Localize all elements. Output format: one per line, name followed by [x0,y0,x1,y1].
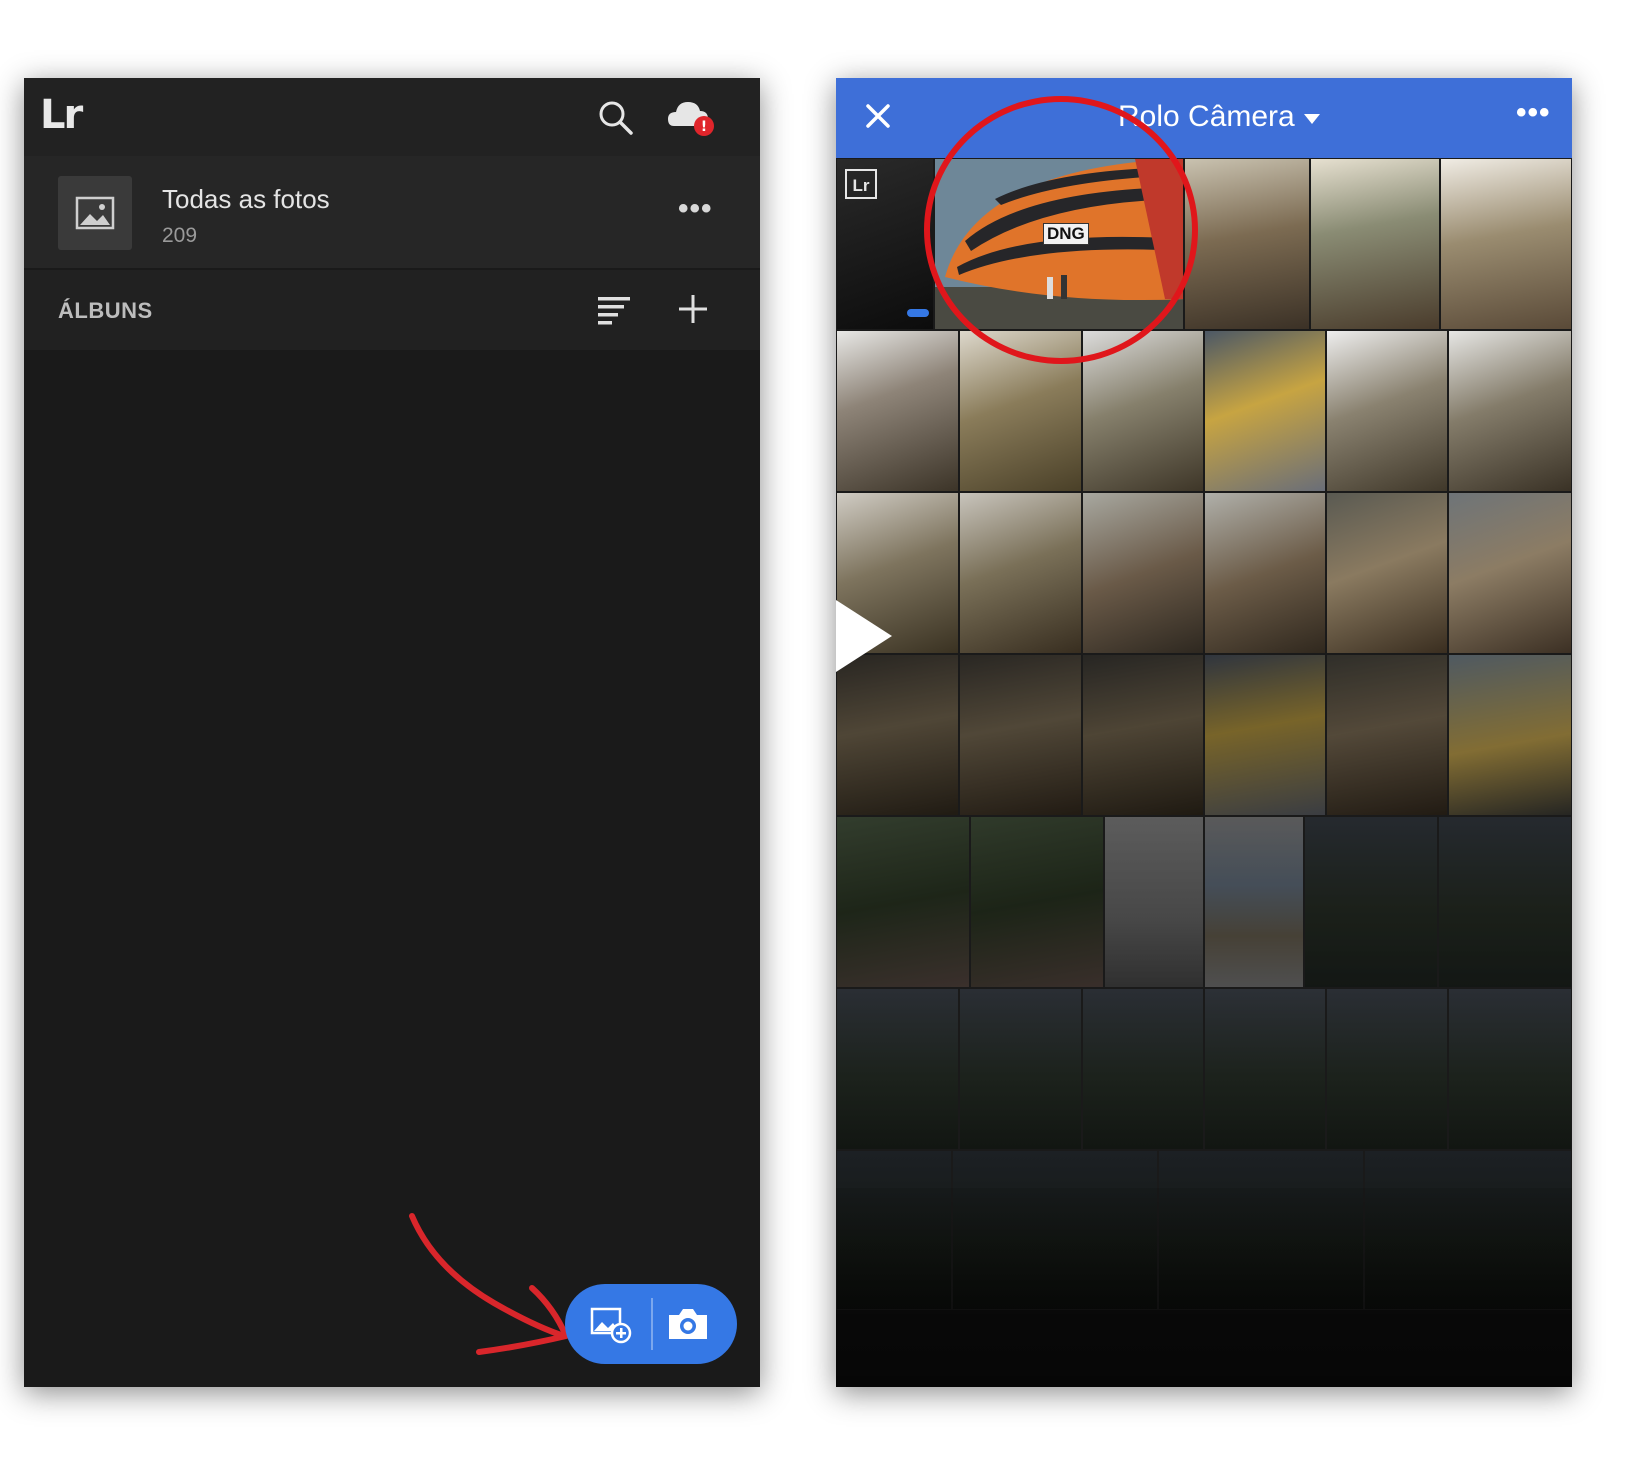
fab-divider [651,1298,653,1350]
panel-notch [836,600,892,672]
cloud-alert-icon[interactable]: ! [666,96,718,145]
photo-thumbnail[interactable] [1448,988,1572,1150]
photo-thumbnail[interactable] [836,654,959,816]
search-icon[interactable] [596,98,636,143]
camera-icon[interactable] [665,1304,711,1349]
more-icon[interactable]: ••• [1516,96,1551,130]
photo-thumbnail[interactable] [836,988,959,1150]
photo-thumbnail[interactable] [1448,330,1572,492]
photo-thumbnail[interactable]: Lr [836,158,934,330]
photo-thumbnail[interactable] [1440,158,1572,330]
app-header: Lr ! [24,78,760,157]
status-indicator [907,309,929,317]
camera-roll-header: Rolo Câmera ••• [836,78,1572,158]
photo-thumbnail[interactable] [1204,330,1326,492]
sort-icon[interactable] [596,294,632,331]
photo-thumbnail[interactable] [1326,988,1448,1150]
photo-thumbnail[interactable] [1204,492,1326,654]
photo-thumbnail[interactable] [1448,492,1572,654]
photo-thumbnail[interactable] [1082,492,1204,654]
photo-thumbnail[interactable] [1326,330,1448,492]
photo-thumbnail[interactable] [1204,816,1304,988]
albums-label: ÁLBUNS [58,298,153,323]
cloud-alert-badge: ! [701,119,707,135]
photo-thumbnail[interactable] [1438,816,1572,988]
bottom-fade [836,1188,1572,1387]
photo-thumbnail[interactable] [959,988,1082,1150]
photo-thumbnail[interactable] [1082,654,1204,816]
add-photo-icon[interactable] [589,1304,633,1349]
photo-thumbnail[interactable] [1184,158,1310,330]
lightroom-logo: Lr [40,92,83,138]
photo-thumbnail[interactable] [1204,988,1326,1150]
all-photos-title: Todas as fotos [162,184,330,214]
import-fab [565,1284,737,1364]
albums-screen: Lr ! Todas as fotos 209 ••• ÁLBUNS [24,78,760,1387]
albums-section-header: ÁLBUNS [24,270,760,350]
photo-thumbnail[interactable] [1204,654,1326,816]
all-photos-count: 209 [162,224,198,247]
all-photos-row[interactable]: Todas as fotos 209 ••• [24,156,760,268]
photo-thumbnail[interactable] [959,492,1082,654]
image-icon [58,176,132,250]
photo-thumbnail[interactable] [959,654,1082,816]
close-icon[interactable] [864,102,892,135]
photo-thumbnail[interactable] [836,330,959,492]
plus-icon[interactable] [676,292,710,331]
dng-highlight-circle [924,96,1198,364]
photo-thumbnail[interactable] [1326,492,1448,654]
photo-thumbnail[interactable] [1082,988,1204,1150]
photo-thumbnail[interactable] [1104,816,1204,988]
photo-thumbnail[interactable] [1448,654,1572,816]
photo-thumbnail[interactable] [1326,654,1448,816]
caret-down-icon[interactable] [1302,112,1322,131]
red-arrow-annotation [409,1213,569,1355]
photo-thumbnail[interactable] [836,816,970,988]
photo-thumbnail[interactable] [1304,816,1438,988]
photo-thumbnail[interactable] [970,816,1104,988]
lr-badge: Lr [845,169,877,199]
more-icon[interactable]: ••• [678,192,713,226]
photo-thumbnail[interactable] [1310,158,1440,330]
